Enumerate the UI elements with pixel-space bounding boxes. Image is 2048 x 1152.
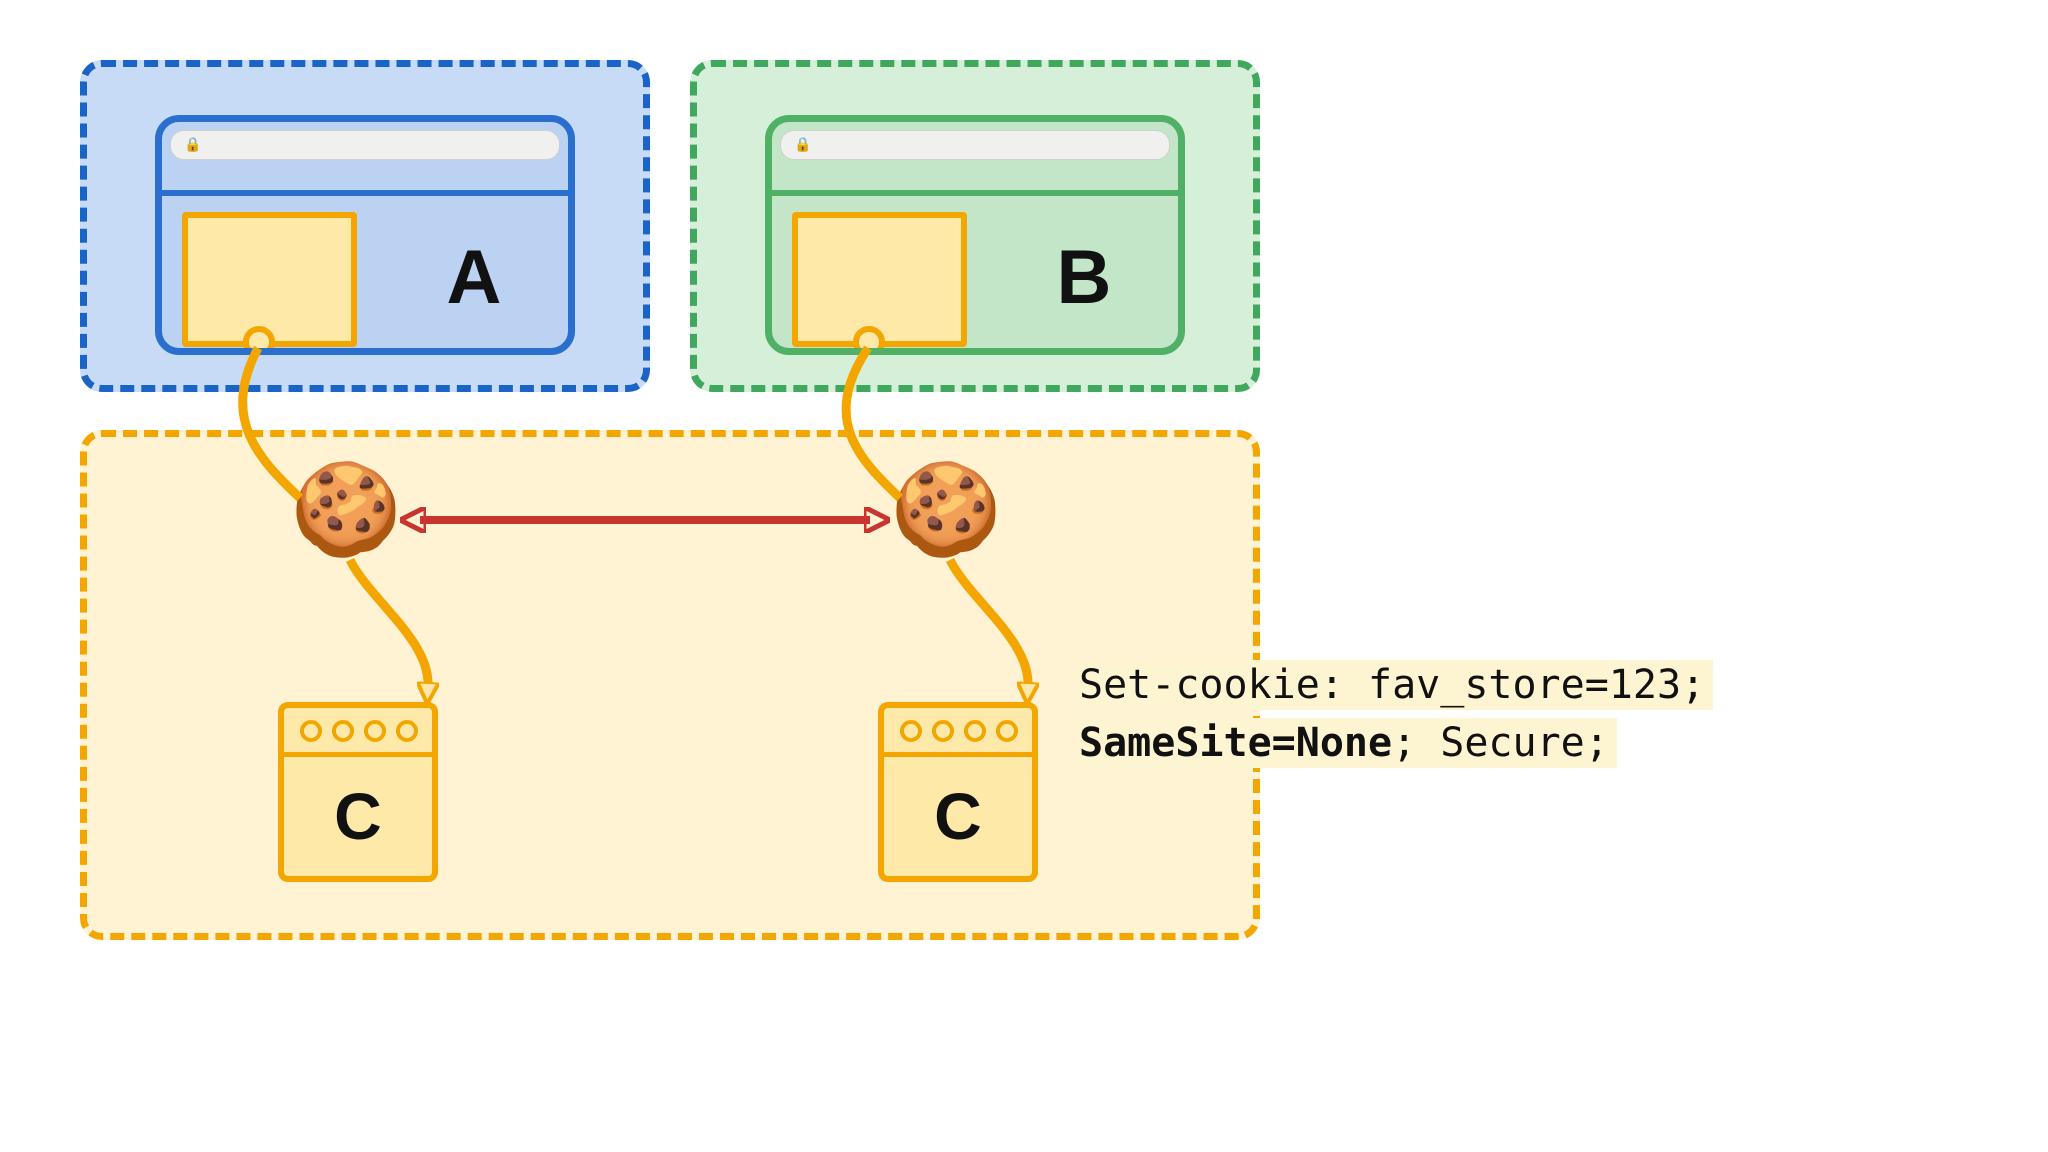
connection-dot-icon — [243, 326, 275, 355]
cookie-icon: 🍪 — [290, 465, 402, 555]
browser-b: 🔒 B — [765, 115, 1185, 355]
site-a-label: A — [394, 234, 554, 321]
address-bar — [170, 130, 560, 160]
window-dots-icon — [900, 720, 1018, 742]
server-c-left-label: C — [284, 778, 432, 854]
cookie-icon: 🍪 — [890, 465, 1002, 555]
window-dots-icon — [300, 720, 418, 742]
connection-dot-icon — [853, 326, 885, 355]
code-rest: ; Secure; — [1392, 720, 1609, 766]
lock-icon: 🔒 — [794, 136, 811, 153]
code-line-1: Set-cookie: fav_store=123; — [1075, 660, 1713, 710]
browser-divider — [162, 168, 568, 196]
browser-a: 🔒 A — [155, 115, 575, 355]
lock-icon: 🔒 — [184, 136, 201, 153]
embedded-frame — [792, 212, 967, 347]
window-divider — [884, 752, 1032, 757]
browser-divider — [772, 168, 1178, 196]
code-line-2: SameSite=None; Secure; — [1075, 718, 1617, 768]
server-c-right-label: C — [884, 778, 1032, 854]
code-bold: SameSite=None — [1079, 720, 1392, 766]
site-b-label: B — [1004, 234, 1164, 321]
window-divider — [284, 752, 432, 757]
server-c-right: C — [878, 702, 1038, 882]
server-c-left: C — [278, 702, 438, 882]
address-bar — [780, 130, 1170, 160]
embedded-frame — [182, 212, 357, 347]
